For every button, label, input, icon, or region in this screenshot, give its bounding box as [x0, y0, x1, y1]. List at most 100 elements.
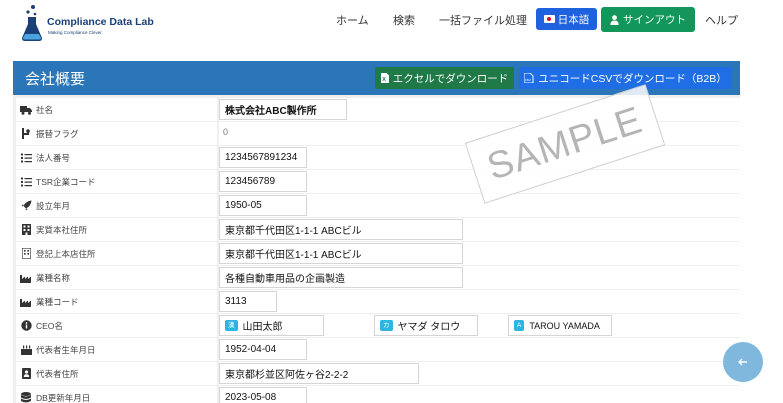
- csv-download-label: ユニコードCSVでダウンロード（B2B）: [538, 72, 727, 85]
- row-industry-code: 業種コード 3113: [13, 290, 740, 313]
- label-registered-address: 登記上本店住所: [16, 242, 217, 265]
- label-company-name: 社名: [16, 98, 217, 121]
- value-cell: 1950-05: [219, 194, 740, 217]
- code-branch-icon: [20, 128, 32, 140]
- label-text: 代表者住所: [36, 368, 79, 379]
- label-text: TSR企業コード: [36, 176, 96, 187]
- language-label: 日本語: [557, 13, 590, 26]
- database-icon: [20, 392, 32, 403]
- label-db-updated: DB更新年月日: [16, 386, 217, 403]
- japan-flag-icon: [543, 15, 555, 23]
- csv-download-button[interactable]: csv ユニコードCSVでダウンロード（B2B）: [519, 67, 732, 89]
- row-hq-address: 実質本社住所 東京都千代田区1-1-1 ABCビル: [13, 218, 740, 241]
- value-cell: 東京都杉並区阿佐ヶ谷2-2-2: [219, 362, 740, 385]
- value-cell: 1952-04-04: [219, 338, 740, 361]
- label-text: 登記上本店住所: [36, 248, 96, 259]
- excel-download-label: エクセルでダウンロード: [392, 72, 509, 85]
- established-value: 1950-05: [219, 195, 307, 216]
- registered-address-value: 東京都千代田区1-1-1 ABCビル: [219, 243, 463, 264]
- list-ol-icon: [20, 152, 32, 164]
- language-button[interactable]: 日本語: [536, 8, 597, 30]
- ceo-address-value: 東京都杉並区阿佐ヶ谷2-2-2: [219, 363, 419, 384]
- excel-file-icon: X: [380, 73, 389, 83]
- brand-subtitle: Making Compliance Clever: [48, 30, 102, 35]
- truck-icon: [20, 104, 32, 116]
- rocket-icon: [20, 200, 32, 212]
- value-cell: 東京都千代田区1-1-1 ABCビル: [219, 242, 740, 265]
- ceo-alpha-value: TAROU YAMADA: [529, 320, 600, 331]
- value-cell: 各種自動車用品の企画製造: [219, 266, 740, 289]
- label-text: 業種名称: [36, 272, 71, 283]
- label-text: 設立年月: [36, 200, 71, 211]
- row-industry-name: 業種名称 各種自動車用品の企画製造: [13, 266, 740, 289]
- ceo-kana-box: カ ヤマダ タロウ: [374, 315, 478, 336]
- label-industry-code: 業種コード: [16, 290, 217, 313]
- label-transfer-flag: 振替フラグ: [16, 122, 217, 145]
- label-text: 振替フラグ: [36, 128, 79, 139]
- arrow-left-icon: [738, 358, 747, 366]
- industry-icon: [20, 296, 32, 308]
- db-updated-value: 2023-05-08: [219, 387, 307, 403]
- birthday-cake-icon: [20, 344, 32, 356]
- label-industry-name: 業種名称: [16, 266, 217, 289]
- brand-logo[interactable]: Compliance Data Lab Making Compliance Cl…: [20, 4, 160, 42]
- row-tsr-code: TSR企業コード 123456789: [13, 170, 740, 193]
- label-corp-number: 法人番号: [16, 146, 217, 169]
- csv-file-icon: csv: [524, 73, 534, 83]
- nav-help[interactable]: ヘルプ: [705, 12, 738, 28]
- flask-icon: [22, 5, 42, 41]
- svg-text:X: X: [382, 77, 386, 83]
- row-ceo-birth: 代表者生年月日 1952-04-04: [13, 338, 740, 361]
- kana-tag: カ: [380, 320, 393, 331]
- company-name-value: 株式会社ABC製作所: [219, 99, 347, 120]
- user-icon: [610, 14, 619, 25]
- value-cell: 漢 山田太郎 カ ヤマダ タロウ A TAROU YAMADA: [219, 314, 740, 337]
- row-db-updated: DB更新年月日 2023-05-08: [13, 386, 740, 403]
- label-text: DB更新年月日: [36, 392, 91, 403]
- value-cell: 2023-05-08: [219, 386, 740, 403]
- value-cell: 東京都千代田区1-1-1 ABCビル: [219, 218, 740, 241]
- excel-download-button[interactable]: X エクセルでダウンロード: [375, 67, 514, 89]
- row-ceo-name: CEO名 漢 山田太郎 カ ヤマダ タロウ A TAROU YAMADA: [13, 314, 740, 337]
- industry-name-value: 各種自動車用品の企画製造: [219, 267, 463, 288]
- label-text: CEO名: [36, 320, 63, 331]
- nav-batch-processing[interactable]: 一括ファイル処理: [439, 12, 527, 28]
- row-ceo-address: 代表者住所 東京都杉並区阿佐ヶ谷2-2-2: [13, 362, 740, 385]
- ceo-kana-value: ヤマダ タロウ: [397, 322, 461, 333]
- label-hq-address: 実質本社住所: [16, 218, 217, 241]
- label-text: 社名: [36, 104, 54, 115]
- nav-home[interactable]: ホーム: [336, 12, 369, 28]
- building-icon: [20, 224, 32, 236]
- tsr-code-value: 123456789: [219, 171, 307, 192]
- label-established: 設立年月: [16, 194, 217, 217]
- info-circle-icon: [20, 320, 32, 332]
- corp-number-value: 1234567891234: [219, 147, 307, 168]
- row-established: 設立年月 1950-05: [13, 194, 740, 217]
- ceo-birth-value: 1952-04-04: [219, 339, 307, 360]
- industry-code-value: 3113: [219, 291, 277, 312]
- building-icon: [20, 248, 32, 260]
- transfer-flag-value: 0: [223, 127, 229, 137]
- value-cell: 株式会社ABC製作所: [219, 98, 740, 121]
- ceo-kanji-box: 漢 山田太郎: [219, 315, 324, 336]
- label-ceo-address: 代表者住所: [16, 362, 217, 385]
- industry-icon: [20, 272, 32, 284]
- id-card-icon: [20, 368, 32, 380]
- list-ol-icon: [20, 176, 32, 188]
- alpha-tag: A: [514, 320, 525, 331]
- navbar: Compliance Data Lab Making Compliance Cl…: [0, 0, 783, 46]
- value-cell: 3113: [219, 290, 740, 313]
- brand-title: Compliance Data Lab: [47, 16, 154, 28]
- signout-label: サインアウト: [623, 14, 686, 26]
- signout-button[interactable]: サインアウト: [601, 7, 695, 32]
- label-text: 実質本社住所: [36, 224, 88, 235]
- svg-text:csv: csv: [525, 77, 531, 82]
- hq-address-value: 東京都千代田区1-1-1 ABCビル: [219, 219, 463, 240]
- card-title: 会社概要: [25, 71, 86, 88]
- ceo-kanji-value: 山田太郎: [242, 322, 283, 333]
- back-button[interactable]: [723, 342, 763, 382]
- row-registered-address: 登記上本店住所 東京都千代田区1-1-1 ABCビル: [13, 242, 740, 265]
- nav-search[interactable]: 検索: [393, 12, 415, 28]
- label-ceo-name: CEO名: [16, 314, 217, 337]
- label-ceo-birth: 代表者生年月日: [16, 338, 217, 361]
